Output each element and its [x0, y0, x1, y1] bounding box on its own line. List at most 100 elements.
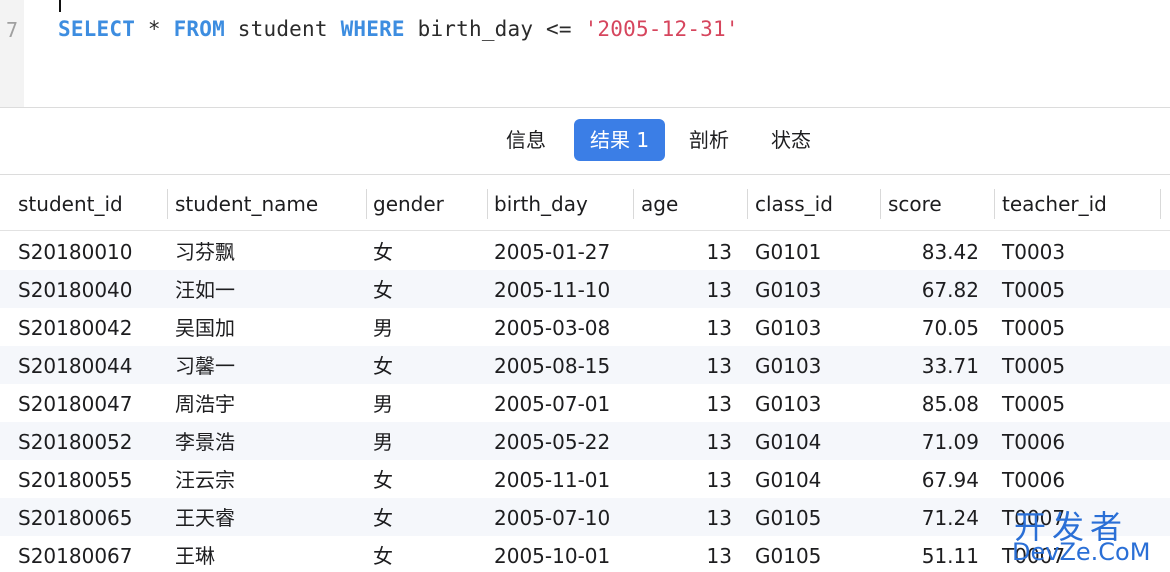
- cell-age[interactable]: 13: [623, 536, 732, 572]
- cell-gender[interactable]: 男: [373, 384, 476, 422]
- cell-class-id[interactable]: G0104: [755, 422, 870, 460]
- cell-class-id[interactable]: G0103: [755, 384, 870, 422]
- cell-gender[interactable]: 女: [373, 232, 476, 270]
- cell-birth-day[interactable]: 2005-03-08: [494, 308, 623, 346]
- cell-age[interactable]: 13: [623, 346, 732, 384]
- cell-birth-day[interactable]: 2005-11-10: [494, 270, 623, 308]
- table-row[interactable]: S20180067 王琳女 2005-10-01 13 G0105 51.11 T0007: [0, 536, 1170, 572]
- cell-gender[interactable]: 男: [373, 308, 476, 346]
- cell-teacher-id[interactable]: T0003: [1002, 232, 1164, 270]
- table-row[interactable]: S20180042 吴国加男 2005-03-08 13 G0103 70.05 T0005: [0, 308, 1170, 346]
- table-row[interactable]: S20180040 汪如一女 2005-11-10 13 G0103 67.82 T0005: [0, 270, 1170, 308]
- cell-gender[interactable]: 女: [373, 460, 476, 498]
- cell-birth-day[interactable]: 2005-01-27: [494, 232, 623, 270]
- cell-birth-day[interactable]: 2005-07-10: [494, 498, 623, 536]
- cell-score[interactable]: 83.42: [870, 232, 979, 270]
- cell-age[interactable]: 13: [623, 498, 732, 536]
- tab-profile[interactable]: 剖析: [673, 119, 745, 161]
- cell-birth-day[interactable]: 2005-07-01: [494, 384, 623, 422]
- cell-teacher-id[interactable]: T0005: [1002, 270, 1164, 308]
- tab-info[interactable]: 信息: [490, 119, 562, 161]
- cell-score[interactable]: 33.71: [870, 346, 979, 384]
- cell-student-name[interactable]: 吴国加: [175, 308, 355, 346]
- cell-score[interactable]: 71.09: [870, 422, 979, 460]
- cell-age[interactable]: 13: [623, 308, 732, 346]
- column-resize-handle[interactable]: [633, 189, 634, 219]
- cell-score[interactable]: 67.94: [870, 460, 979, 498]
- cell-student-id[interactable]: S20180047: [18, 384, 157, 422]
- cell-class-id[interactable]: G0104: [755, 460, 870, 498]
- cell-student-name[interactable]: 汪云宗: [175, 460, 355, 498]
- column-header-class-id[interactable]: class_id: [737, 175, 870, 231]
- cell-student-name[interactable]: 习馨一: [175, 346, 355, 384]
- cell-score[interactable]: 71.24: [870, 498, 979, 536]
- cell-birth-day[interactable]: 2005-05-22: [494, 422, 623, 460]
- column-resize-handle[interactable]: [994, 189, 995, 219]
- cell-score[interactable]: 70.05: [870, 308, 979, 346]
- cell-class-id[interactable]: G0101: [755, 232, 870, 270]
- cell-age[interactable]: 13: [623, 384, 732, 422]
- cell-gender[interactable]: 女: [373, 270, 476, 308]
- cell-age[interactable]: 13: [623, 422, 732, 460]
- column-header-student-id[interactable]: student_id: [0, 175, 157, 231]
- cell-teacher-id[interactable]: T0005: [1002, 308, 1164, 346]
- cell-student-id[interactable]: S20180065: [18, 498, 157, 536]
- cell-student-name[interactable]: 汪如一: [175, 270, 355, 308]
- column-resize-handle[interactable]: [366, 189, 367, 219]
- cell-age[interactable]: 13: [623, 270, 732, 308]
- column-resize-handle[interactable]: [747, 189, 748, 219]
- cell-student-id[interactable]: S20180067: [18, 536, 157, 572]
- tab-status[interactable]: 状态: [755, 119, 827, 161]
- cell-student-id[interactable]: S20180040: [18, 270, 157, 308]
- cell-gender[interactable]: 女: [373, 346, 476, 384]
- cell-class-id[interactable]: G0103: [755, 270, 870, 308]
- cell-score[interactable]: 51.11: [870, 536, 979, 572]
- cell-student-name[interactable]: 李景浩: [175, 422, 355, 460]
- cell-class-id[interactable]: G0103: [755, 346, 870, 384]
- cell-student-id[interactable]: S20180055: [18, 460, 157, 498]
- column-header-birth-day[interactable]: birth_day: [476, 175, 623, 231]
- column-header-gender[interactable]: gender: [355, 175, 476, 231]
- cell-student-id[interactable]: S20180052: [18, 422, 157, 460]
- table-row[interactable]: S20180052 李景浩男 2005-05-22 13 G0104 71.09 T0006: [0, 422, 1170, 460]
- cell-class-id[interactable]: G0105: [755, 536, 870, 572]
- table-row[interactable]: S20180010 习芬飘女 2005-01-27 13 G0101 83.42 T0003: [0, 232, 1170, 270]
- sql-query-line[interactable]: SELECT * FROM student WHERE birth_day <=…: [58, 17, 739, 41]
- column-resize-handle[interactable]: [1160, 189, 1161, 219]
- column-header-teacher-id[interactable]: teacher_id: [984, 175, 1164, 231]
- cell-birth-day[interactable]: 2005-10-01: [494, 536, 623, 572]
- cell-class-id[interactable]: G0105: [755, 498, 870, 536]
- table-row[interactable]: S20180047 周浩宇男 2005-07-01 13 G0103 85.08 T0005: [0, 384, 1170, 422]
- cell-gender[interactable]: 女: [373, 498, 476, 536]
- cell-student-id[interactable]: S20180010: [18, 232, 157, 270]
- column-resize-handle[interactable]: [880, 189, 881, 219]
- cell-gender[interactable]: 女: [373, 536, 476, 572]
- cell-teacher-id[interactable]: T0005: [1002, 384, 1164, 422]
- column-header-age[interactable]: age: [623, 175, 737, 231]
- cell-birth-day[interactable]: 2005-11-01: [494, 460, 623, 498]
- table-row[interactable]: S20180065 王天睿女 2005-07-10 13 G0105 71.24 T0007: [0, 498, 1170, 536]
- cell-student-id[interactable]: S20180042: [18, 308, 157, 346]
- cell-student-name[interactable]: 王天睿: [175, 498, 355, 536]
- tab-result-1[interactable]: 结果 1: [574, 119, 666, 161]
- sql-editor[interactable]: 7 SELECT * FROM student WHERE birth_day …: [0, 0, 1170, 108]
- column-header-student-name[interactable]: student_name: [157, 175, 355, 231]
- table-row[interactable]: S20180044 习馨一女 2005-08-15 13 G0103 33.71 T0005: [0, 346, 1170, 384]
- cell-teacher-id[interactable]: T0006: [1002, 460, 1164, 498]
- cell-student-id[interactable]: S20180044: [18, 346, 157, 384]
- cell-student-name[interactable]: 王琳: [175, 536, 355, 572]
- cell-age[interactable]: 13: [623, 232, 732, 270]
- column-resize-handle[interactable]: [167, 189, 168, 219]
- column-resize-handle[interactable]: [487, 189, 488, 219]
- cell-score[interactable]: 85.08: [870, 384, 979, 422]
- cell-birth-day[interactable]: 2005-08-15: [494, 346, 623, 384]
- cell-student-name[interactable]: 周浩宇: [175, 384, 355, 422]
- cell-teacher-id[interactable]: T0006: [1002, 422, 1164, 460]
- cell-class-id[interactable]: G0103: [755, 308, 870, 346]
- cell-gender[interactable]: 男: [373, 422, 476, 460]
- table-row[interactable]: S20180055 汪云宗女 2005-11-01 13 G0104 67.94 T0006: [0, 460, 1170, 498]
- cell-score[interactable]: 67.82: [870, 270, 979, 308]
- cell-teacher-id[interactable]: T0005: [1002, 346, 1164, 384]
- column-header-score[interactable]: score: [870, 175, 984, 231]
- cell-student-name[interactable]: 习芬飘: [175, 232, 355, 270]
